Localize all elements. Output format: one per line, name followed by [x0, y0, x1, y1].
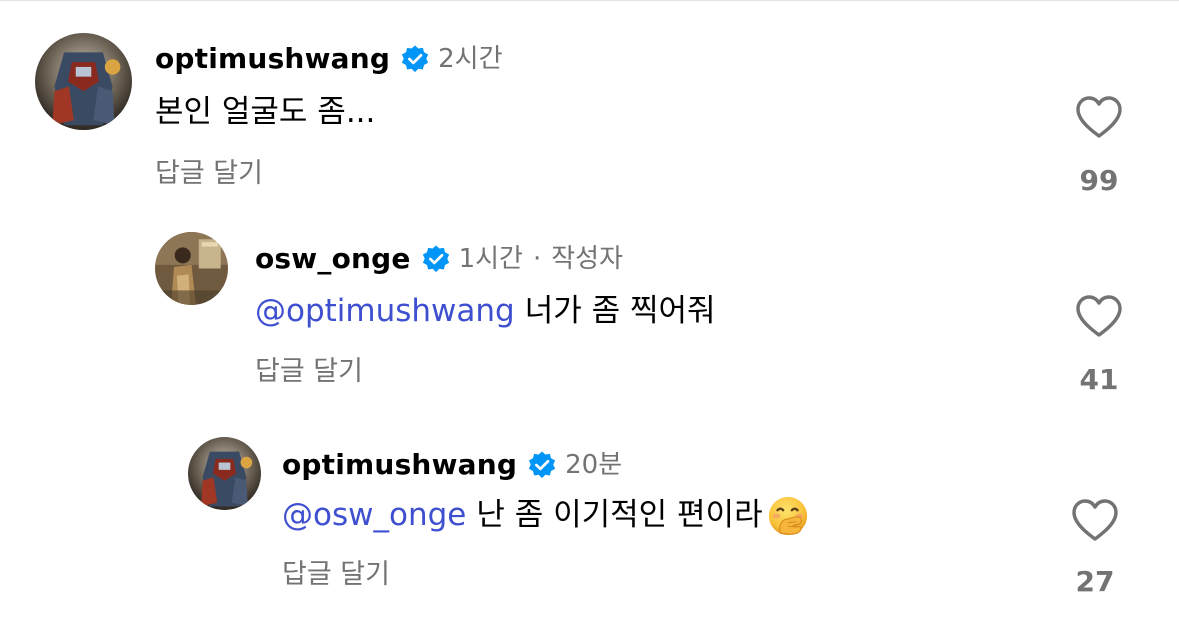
comment-body: 너가 좀 찍어줘 [524, 293, 716, 329]
username[interactable]: osw_onge [255, 245, 411, 273]
heart-icon[interactable] [1070, 497, 1120, 543]
reply-button[interactable]: 답글 달기 [282, 561, 390, 588]
comment-body: 본인 얼굴도 좀... [155, 94, 376, 130]
comment-header: optimushwang 20분 [282, 450, 622, 480]
comment-header: optimushwang 2시간 [155, 44, 503, 74]
heart-icon[interactable] [1074, 293, 1124, 339]
avatar-image [188, 437, 261, 510]
verified-badge-icon [400, 44, 430, 74]
comment-text: @osw_onge 난 좀 이기적인 편이라 [282, 495, 809, 537]
comment-time: 20분 [565, 450, 623, 480]
like-count: 27 [1075, 565, 1115, 598]
like-count: 99 [1079, 164, 1119, 197]
comment-time: 1시간 [458, 244, 523, 274]
username[interactable]: optimushwang [155, 45, 390, 73]
meta-separator: · [532, 244, 542, 274]
heart-icon[interactable] [1074, 94, 1124, 140]
comment-text: @optimushwang 너가 좀 찍어줘 [255, 293, 716, 330]
verified-badge-icon [421, 244, 451, 274]
face-with-hand-over-mouth-emoji [767, 495, 809, 537]
verified-badge-icon [527, 450, 557, 480]
username[interactable]: optimushwang [282, 451, 517, 479]
comment-body: 난 좀 이기적인 편이라 [476, 497, 763, 534]
author-badge: 작성자 [551, 244, 623, 274]
mention-link[interactable]: @optimushwang [255, 293, 515, 330]
mention-link[interactable]: @osw_onge [282, 497, 466, 534]
comment-text: 본인 얼굴도 좀... [155, 94, 375, 131]
comment-2: osw_onge 1시간 · 작성자 @optimushwang 너가 좀 찍어… [0, 210, 1179, 415]
comment-time: 2시간 [438, 44, 503, 74]
like-count: 41 [1079, 363, 1119, 396]
avatar-optimushwang[interactable] [35, 33, 132, 130]
reply-button[interactable]: 답글 달기 [155, 160, 263, 187]
comment-3: optimushwang 20분 @osw_onge 난 좀 이기적인 편이라 [0, 415, 1179, 619]
comment-header: osw_onge 1시간 · 작성자 [255, 244, 623, 274]
avatar-image [155, 232, 228, 305]
comment-1: optimushwang 2시간 본인 얼굴도 좀... 답글 달기 99 [0, 0, 1179, 210]
avatar-optimushwang[interactable] [188, 437, 261, 510]
reply-button[interactable]: 답글 달기 [255, 358, 363, 385]
avatar-osw-onge[interactable] [155, 232, 228, 305]
avatar-image [35, 33, 132, 130]
